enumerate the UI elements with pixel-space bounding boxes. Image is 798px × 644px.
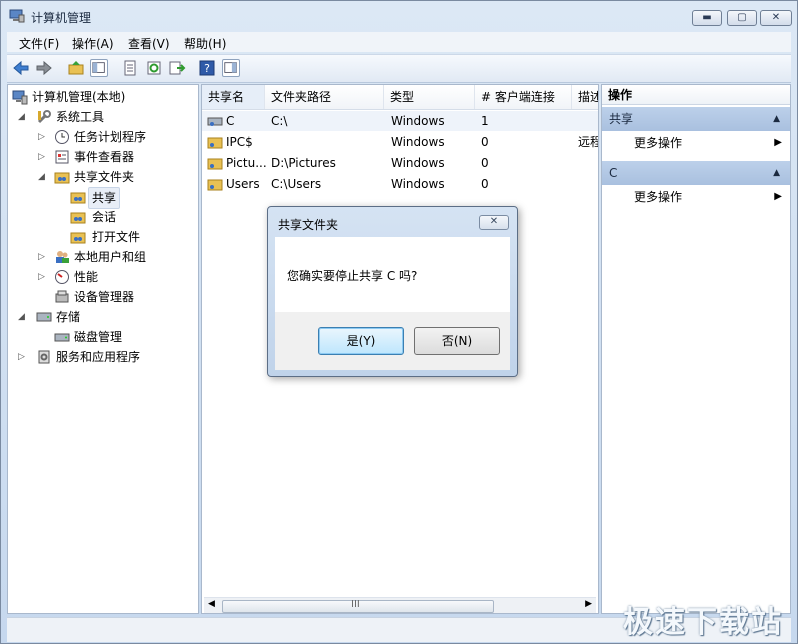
collapse-up-icon[interactable]: ▲ bbox=[773, 107, 780, 131]
expand-triangle-icon[interactable]: ▷ bbox=[38, 153, 46, 162]
svg-text:?: ? bbox=[204, 62, 210, 75]
title-bar: 计算机管理 ▬ ▢ ✕ bbox=[1, 1, 797, 31]
more-actions-shares[interactable]: 更多操作 ▶ bbox=[602, 132, 790, 154]
toolbar: ? bbox=[7, 54, 791, 83]
horizontal-scrollbar[interactable]: ◀ III ▶ bbox=[204, 597, 596, 613]
scroll-grip: III bbox=[351, 599, 360, 610]
forward-arrow-icon[interactable] bbox=[35, 59, 53, 77]
system-tools-icon bbox=[37, 110, 51, 124]
shared-folder-icon bbox=[54, 172, 70, 184]
no-button[interactable]: 否(N) bbox=[414, 327, 500, 355]
expand-triangle-icon[interactable]: ▷ bbox=[18, 353, 26, 362]
expand-triangle-icon[interactable]: ▷ bbox=[38, 273, 46, 282]
column-share-name[interactable]: 共享名 bbox=[202, 85, 265, 109]
dialog-body: 您确实要停止共享 C 吗? bbox=[275, 237, 510, 312]
export-list-icon[interactable] bbox=[168, 59, 186, 77]
menu-file[interactable]: 文件(F) bbox=[19, 35, 59, 52]
menu-help[interactable]: 帮助(H) bbox=[184, 35, 226, 52]
app-window: 计算机管理 ▬ ▢ ✕ 文件(F) 操作(A) 查看(V) 帮助(H) ? 计算… bbox=[0, 0, 798, 644]
event-viewer-icon bbox=[55, 150, 69, 164]
computer-management-icon bbox=[9, 9, 25, 23]
shared-folder-icon bbox=[207, 137, 223, 149]
table-row[interactable]: C C:\ Windows 1 bbox=[202, 111, 598, 131]
refresh-icon[interactable] bbox=[145, 59, 163, 77]
table-row[interactable]: IPC$ Windows 0 远程 bbox=[202, 132, 598, 152]
column-client-connections[interactable]: # 客户端连接 bbox=[475, 85, 572, 109]
shared-folder-icon bbox=[70, 212, 86, 224]
close-icon: ✕ bbox=[771, 12, 781, 23]
collapse-triangle-icon[interactable]: ◢ bbox=[18, 313, 26, 322]
actions-header: 操作 bbox=[602, 85, 790, 105]
services-icon bbox=[38, 350, 50, 364]
scroll-left-icon[interactable]: ◀ bbox=[208, 599, 215, 609]
table-row[interactable]: Pictu... D:\Pictures Windows 0 bbox=[202, 153, 598, 173]
actions-section-shares[interactable]: 共享 ▲ bbox=[602, 107, 790, 131]
watermark-text: 极速下载站 bbox=[623, 605, 783, 640]
submenu-arrow-icon: ▶ bbox=[774, 137, 782, 148]
dialog-message: 您确实要停止共享 C 吗? bbox=[287, 269, 418, 283]
shared-folder-icon bbox=[207, 179, 223, 191]
actions-section-c[interactable]: C ▲ bbox=[602, 161, 790, 185]
expand-triangle-icon[interactable]: ▷ bbox=[38, 253, 46, 262]
help-icon[interactable]: ? bbox=[198, 59, 216, 77]
shared-folder-icon bbox=[70, 232, 86, 244]
minimize-icon: ▬ bbox=[702, 12, 712, 23]
menu-bar: 文件(F) 操作(A) 查看(V) 帮助(H) bbox=[7, 32, 791, 52]
storage-icon bbox=[36, 312, 52, 322]
dialog-button-area: 是(Y) 否(N) bbox=[275, 312, 510, 370]
minimize-button[interactable]: ▬ bbox=[692, 10, 722, 26]
shared-folder-icon bbox=[70, 192, 86, 204]
performance-icon bbox=[55, 270, 69, 284]
show-hide-tree-icon[interactable] bbox=[90, 59, 108, 77]
dialog-title: 共享文件夹 bbox=[278, 218, 339, 232]
dialog-close-button[interactable]: ✕ bbox=[479, 215, 509, 230]
share-drive-icon bbox=[207, 117, 223, 126]
disk-icon bbox=[54, 333, 70, 342]
back-arrow-icon[interactable] bbox=[12, 59, 30, 77]
device-manager-icon bbox=[55, 290, 69, 303]
computer-management-icon bbox=[12, 90, 28, 105]
scrollbar-thumb[interactable]: III bbox=[222, 599, 494, 613]
collapse-triangle-icon[interactable]: ◢ bbox=[18, 113, 26, 122]
expand-triangle-icon[interactable]: ▷ bbox=[38, 133, 46, 142]
column-type[interactable]: 类型 bbox=[384, 85, 475, 109]
clock-icon bbox=[55, 130, 69, 144]
maximize-button[interactable]: ▢ bbox=[727, 10, 757, 26]
close-button[interactable]: ✕ bbox=[760, 10, 792, 26]
column-folder-path[interactable]: 文件夹路径 bbox=[265, 85, 384, 109]
column-header-row: 共享名 文件夹路径 类型 # 客户端连接 描述 bbox=[202, 85, 598, 110]
scroll-right-icon[interactable]: ▶ bbox=[585, 599, 592, 609]
shared-folder-icon bbox=[207, 158, 223, 170]
console-tree: 计算机管理(本地) ◢ 系统工具 ▷ 任务计划程序 ▷ 事件查看器 ◢ 共享文件… bbox=[7, 84, 199, 614]
stop-sharing-dialog: 共享文件夹 ✕ 您确实要停止共享 C 吗? 是(Y) 否(N) bbox=[267, 206, 518, 377]
column-description[interactable]: 描述 bbox=[572, 85, 598, 109]
actions-pane: 操作 共享 ▲ 更多操作 ▶ C ▲ 更多操作 ▶ bbox=[601, 84, 791, 614]
yes-button[interactable]: 是(Y) bbox=[318, 327, 404, 355]
submenu-arrow-icon: ▶ bbox=[774, 191, 782, 202]
window-title: 计算机管理 bbox=[31, 11, 92, 25]
close-icon: ✕ bbox=[489, 216, 499, 227]
menu-action[interactable]: 操作(A) bbox=[72, 35, 114, 52]
collapse-triangle-icon[interactable]: ◢ bbox=[38, 173, 46, 182]
users-icon bbox=[56, 251, 69, 263]
maximize-icon: ▢ bbox=[737, 12, 747, 23]
menu-view[interactable]: 查看(V) bbox=[128, 35, 170, 52]
collapse-up-icon[interactable]: ▲ bbox=[773, 161, 780, 185]
properties-icon[interactable] bbox=[121, 59, 139, 77]
up-folder-icon[interactable] bbox=[67, 59, 85, 77]
show-hide-action-pane-icon[interactable] bbox=[222, 59, 240, 77]
more-actions-c[interactable]: 更多操作 ▶ bbox=[602, 186, 790, 208]
table-row[interactable]: Users C:\Users Windows 0 bbox=[202, 174, 598, 194]
